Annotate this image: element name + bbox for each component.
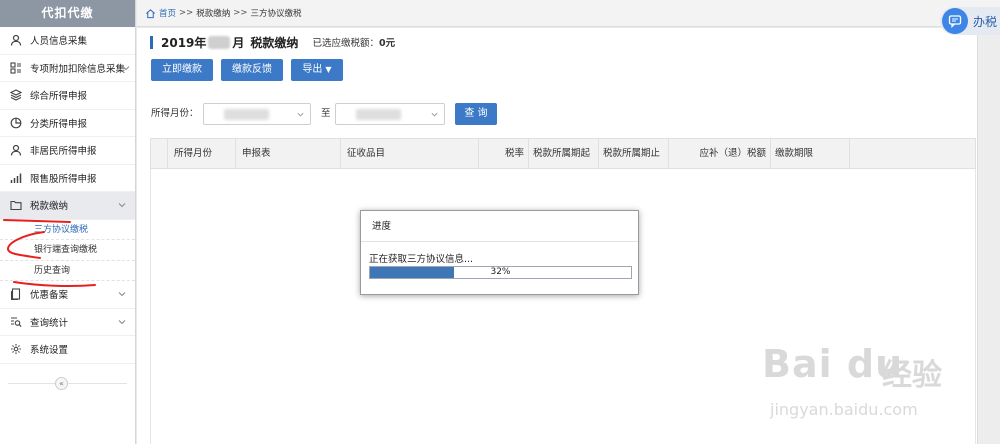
sidebar-item-label: 查询统计: [30, 317, 69, 329]
list-icon: [9, 61, 23, 75]
dropdown-arrow-icon: ▼: [325, 65, 332, 74]
person-icon: [9, 33, 23, 47]
page-title-row: 2019年 月 税款缴纳 已选应缴税额：0元: [150, 34, 395, 50]
redacted-value: [224, 109, 269, 120]
sidebar-item-label: 专项附加扣除信息采集: [30, 63, 126, 75]
sidebar-item-restricted-shares[interactable]: 限售股所得申报: [0, 165, 135, 192]
redacted-value: [356, 109, 401, 120]
sidebar-item-query-stats[interactable]: 查询统计: [0, 309, 135, 336]
chevron-down-icon: [122, 65, 130, 70]
pay-now-button[interactable]: 立即缴款: [151, 59, 213, 81]
app-logo: 代扣代缴: [0, 0, 135, 27]
vertical-scrollbar[interactable]: [977, 28, 1000, 444]
dialog-message: 正在获取三方协议信息...: [369, 254, 474, 265]
dialog-title: 进度: [361, 211, 638, 242]
sidebar-item-personnel[interactable]: 人员信息采集: [0, 27, 135, 55]
bar-chart-icon: [9, 171, 23, 185]
query-button[interactable]: 查 询: [455, 103, 497, 125]
month-filter-label: 所得月份：: [151, 108, 199, 119]
column-header[interactable]: 应补（退）税额: [669, 139, 771, 168]
column-header[interactable]: 税款所属期起: [529, 139, 599, 168]
progress-dialog: 进度 正在获取三方协议信息... 32%: [360, 210, 639, 295]
sidebar-item-preferential[interactable]: 优惠备案: [0, 281, 135, 309]
sidebar-item-classified[interactable]: 分类所得申报: [0, 110, 135, 137]
layers-icon: [9, 88, 23, 102]
sidebar-collapse-row: «: [0, 373, 135, 395]
selected-tax-value: 0元: [378, 38, 396, 49]
column-header[interactable]: 税款所属期止: [599, 139, 669, 168]
sidebar-item-special-deduction[interactable]: 专项附加扣除信息采集: [0, 55, 135, 82]
page-title: 2019年 月 税款缴纳: [161, 34, 298, 51]
title-month-suffix: 月: [232, 35, 245, 50]
home-icon: [146, 8, 155, 18]
selected-tax-label-text: 已选应缴税额：: [312, 38, 379, 49]
breadcrumb-level1[interactable]: 税款缴纳: [196, 7, 230, 19]
sidebar-item-label: 系统设置: [30, 345, 69, 357]
checkbox-column-header[interactable]: [151, 139, 168, 168]
office-button-label: 办税: [973, 14, 998, 29]
sidebar-item-comprehensive[interactable]: 综合所得申报: [0, 82, 135, 110]
sidebar-item-nonresident[interactable]: 非居民所得申报: [0, 137, 135, 165]
chevron-down-icon: [297, 112, 304, 117]
column-header[interactable]: 所得月份: [168, 139, 236, 168]
sidebar-item-label: 综合所得申报: [30, 91, 88, 103]
redacted-month: [208, 35, 231, 49]
column-header-spacer: [850, 139, 975, 168]
sidebar-item-label: 人员信息采集: [30, 36, 88, 48]
sidebar-item-label: 非居民所得申报: [30, 146, 97, 158]
payment-feedback-button[interactable]: 缴款反馈: [221, 59, 283, 81]
title-year: 2019年: [161, 35, 207, 50]
column-header[interactable]: 申报表: [236, 139, 341, 168]
breadcrumb: 首页 >> 税款缴纳 >> 三方协议缴税: [137, 0, 1000, 27]
sidebar-item-label: 分类所得申报: [30, 118, 88, 130]
breadcrumb-current: 三方协议缴税: [250, 9, 302, 19]
export-label: 导出: [302, 64, 323, 75]
sidebar-subitem-history[interactable]: 历史查询: [0, 261, 135, 281]
export-button[interactable]: 导出 ▼: [291, 59, 343, 81]
office-chat-button[interactable]: 办税: [940, 7, 1000, 35]
to-label: 至: [321, 108, 331, 119]
sidebar-subitem-bank-query[interactable]: 银行端查询缴税: [0, 240, 135, 261]
search-list-icon: [9, 315, 23, 329]
table-header: 所得月份 申报表 征收品目 税率 税款所属期起 税款所属期止 应补（退）税额 缴…: [150, 138, 976, 169]
collapse-sidebar-button[interactable]: «: [55, 377, 68, 390]
column-header[interactable]: 征收品目: [341, 139, 479, 168]
progress-label: 32%: [490, 267, 511, 277]
sidebar: 代扣代缴 人员信息采集 专项附加扣除信息采集 综合所得申报 分类所得申报 非居民…: [0, 0, 136, 444]
end-month-select[interactable]: [335, 103, 445, 125]
document-icon: [9, 287, 23, 301]
breadcrumb-separator: >>: [179, 8, 194, 18]
column-header[interactable]: 税率: [479, 139, 529, 168]
sidebar-item-label: 税款缴纳: [30, 201, 69, 213]
person-icon: [9, 143, 23, 157]
column-header[interactable]: 缴款期限: [771, 139, 850, 168]
sidebar-item-label: 优惠备案: [30, 290, 69, 302]
sidebar-item-label: 限售股所得申报: [30, 173, 97, 185]
start-month-select[interactable]: [203, 103, 311, 125]
sidebar-item-tax-payment[interactable]: 税款缴纳: [0, 192, 135, 220]
selected-tax-label: 已选应缴税额：0元: [312, 35, 395, 49]
breadcrumb-separator: >>: [233, 8, 248, 18]
sidebar-item-settings[interactable]: 系统设置: [0, 336, 135, 364]
pie-chart-icon: [9, 116, 23, 130]
chevron-down-icon: [118, 292, 126, 297]
chevron-down-icon: [118, 203, 126, 208]
title-name: 税款缴纳: [250, 35, 299, 50]
chevron-down-icon: [118, 319, 126, 324]
gear-icon: [9, 342, 23, 356]
folder-icon: [9, 198, 23, 212]
chat-icon: [942, 8, 968, 34]
progress-bar: 32%: [369, 266, 632, 279]
chevron-down-icon: [431, 112, 438, 117]
title-accent-bar: [150, 35, 153, 49]
breadcrumb-home-link[interactable]: 首页: [159, 7, 176, 19]
sidebar-subitem-tripartite[interactable]: 三方协议缴税: [0, 220, 135, 240]
